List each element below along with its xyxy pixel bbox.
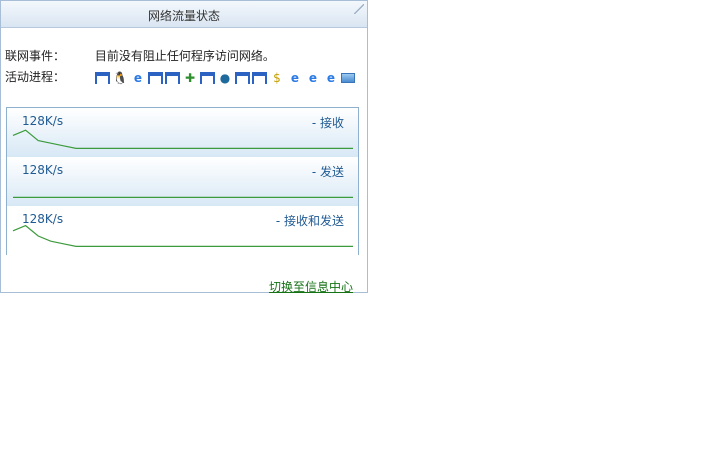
window-icon[interactable] <box>165 72 180 84</box>
events-value: 目前没有阻止任何程序访问网络。 <box>94 49 275 63</box>
qq-penguin-icon[interactable]: 🐧 <box>112 70 128 86</box>
window-icon[interactable] <box>148 72 163 84</box>
globe-icon[interactable]: ● <box>217 70 233 86</box>
send-sparkline <box>13 196 353 199</box>
process-row: 活动进程： <box>5 68 91 85</box>
ie-icon[interactable]: e <box>305 70 321 86</box>
window-icon[interactable] <box>95 72 110 84</box>
graph-send: 128K/s - 发送 <box>7 157 358 206</box>
traffic-panel: 网络流量状态 联网事件： 目前没有阻止任何程序访问网络。 活动进程： 🐧 e ✚… <box>0 0 368 295</box>
events-label: 联网事件： <box>5 49 66 63</box>
graph-both: 128K/s - 接收和发送 <box>7 206 358 255</box>
progress-bar-icon[interactable] <box>341 73 355 83</box>
receive-sparkline <box>12 129 353 150</box>
events-row: 联网事件： 目前没有阻止任何程序访问网络。 <box>5 47 275 64</box>
money-icon[interactable]: $ <box>269 70 285 86</box>
window-icon[interactable] <box>200 72 215 84</box>
ie-icon[interactable]: e <box>130 70 146 86</box>
window-title: 网络流量状态 <box>147 9 220 23</box>
resize-grip-icon[interactable] <box>354 4 364 14</box>
title-bar[interactable]: 网络流量状态 <box>1 1 367 28</box>
graph-receive: 128K/s - 接收 <box>7 108 358 157</box>
shield-icon[interactable]: ✚ <box>182 70 198 86</box>
ie-icon[interactable]: e <box>323 70 339 86</box>
window-icon[interactable] <box>252 72 267 84</box>
process-icons: 🐧 e ✚ ● $ e e e <box>95 68 355 88</box>
process-label: 活动进程： <box>5 70 66 84</box>
traffic-graphs: 128K/s - 接收 128K/s - 发送 128K/s - 接收和发送 <box>6 107 359 255</box>
switch-info-center-link[interactable]: 切换至信息中心 <box>269 278 353 295</box>
window-icon[interactable] <box>235 72 250 84</box>
ie-icon[interactable]: e <box>287 70 303 86</box>
both-sparkline <box>12 224 353 248</box>
